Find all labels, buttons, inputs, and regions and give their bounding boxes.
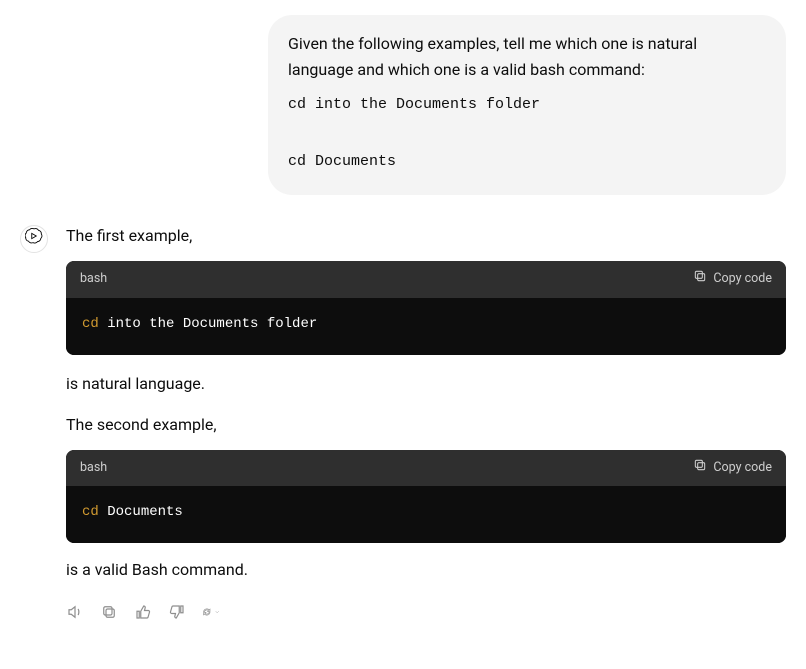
- code-content: cd Documents: [66, 486, 786, 543]
- assistant-text-4: is a valid Bash command.: [66, 557, 786, 583]
- regenerate-button[interactable]: [202, 603, 220, 621]
- copy-code-label: Copy code: [713, 459, 772, 478]
- user-code-line-2: cd Documents: [288, 151, 766, 174]
- assistant-text-3: The second example,: [66, 412, 786, 438]
- openai-icon: [25, 227, 43, 252]
- code-block-header: bash Copy code: [66, 261, 786, 298]
- copy-code-button[interactable]: Copy code: [693, 269, 772, 290]
- user-code-line-1: cd into the Documents folder: [288, 94, 766, 117]
- thumbs-up-button[interactable]: [134, 603, 152, 621]
- read-aloud-button[interactable]: [66, 603, 84, 621]
- copy-icon: [693, 458, 707, 479]
- code-block-header: bash Copy code: [66, 450, 786, 487]
- code-content: cd into the Documents folder: [66, 298, 786, 355]
- user-message: Given the following examples, tell me wh…: [268, 15, 786, 195]
- thumbs-down-button[interactable]: [168, 603, 186, 621]
- copy-code-label: Copy code: [713, 270, 772, 289]
- message-actions: [66, 603, 786, 621]
- copy-icon: [693, 269, 707, 290]
- code-lang-label: bash: [80, 270, 107, 289]
- assistant-text-1: The first example,: [66, 223, 786, 249]
- copy-code-button[interactable]: Copy code: [693, 458, 772, 479]
- assistant-message: The first example, bash Copy code: [66, 223, 786, 621]
- assistant-avatar: [20, 225, 48, 253]
- code-block-2: bash Copy code cd Documents: [66, 450, 786, 544]
- assistant-text-2: is natural language.: [66, 371, 786, 397]
- user-prompt-text: Given the following examples, tell me wh…: [288, 31, 766, 82]
- code-block-1: bash Copy code cd into the Documents fol…: [66, 261, 786, 355]
- code-lang-label: bash: [80, 459, 107, 478]
- copy-message-button[interactable]: [100, 603, 118, 621]
